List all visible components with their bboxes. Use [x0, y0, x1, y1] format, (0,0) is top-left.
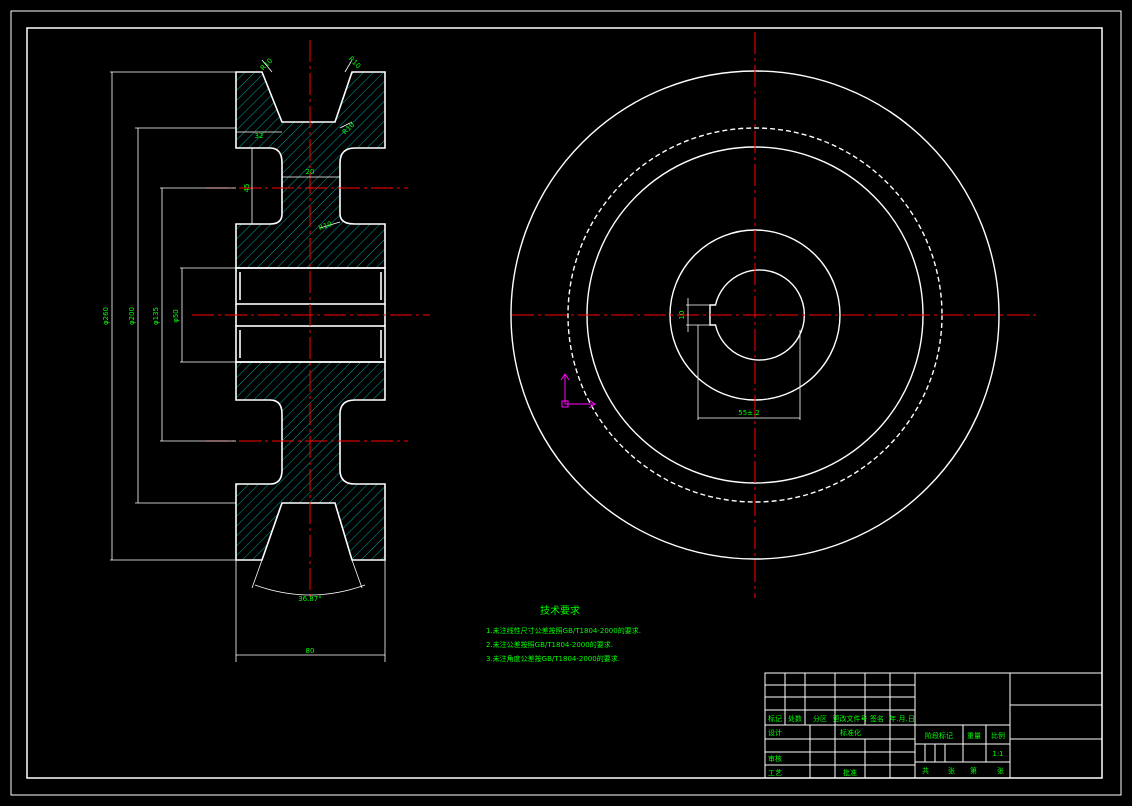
tb-design-label: 设计	[768, 728, 782, 737]
tb-sheet-total: 共	[922, 766, 929, 775]
tb-count-label: 处数	[788, 714, 802, 723]
tb-change-label: 更改文件号	[833, 714, 868, 723]
tb-scale-label: 比例	[991, 731, 1005, 740]
note-line-2: 2.未注公差按照GB/T1804-2000的要求.	[486, 640, 613, 649]
dim-web: 20	[306, 168, 315, 176]
cad-drawing: φ260 φ200 φ135 φ50 36.87° 80 20 32 45 R1…	[10, 10, 1122, 796]
tb-stage-mark-label: 阶段标记	[925, 731, 953, 740]
dim-width: 80	[306, 647, 315, 655]
dim-bore-dia: φ50	[172, 309, 180, 323]
tb-zone-label: 分区	[813, 714, 827, 723]
dim-hub-length: 55±.2	[738, 409, 759, 417]
tb-process-label: 工艺	[768, 769, 782, 777]
tb-review-label: 审核	[768, 754, 782, 763]
tb-standardization-label: 标准化	[840, 728, 861, 737]
dim-r10-b: R10	[347, 55, 362, 70]
technical-requirements: 技术要求 1.未注线性尺寸公差按照GB/T1804-2000的要求. 2.未注公…	[486, 604, 641, 663]
dim-keyway-width: 10	[678, 311, 686, 320]
ucs-icon	[560, 373, 596, 409]
tb-sheet-unit-1: 张	[948, 766, 955, 775]
dim-rim: 32	[255, 132, 264, 140]
dim-r10-a: R10	[259, 57, 274, 72]
tb-sign-label: 签名	[870, 714, 884, 723]
sheet-outer-border	[10, 10, 1122, 796]
note-line-3: 3.未注角度公差按GB/T1804-2000的要求.	[486, 654, 620, 663]
tb-sheet-unit-2: 张	[997, 766, 1004, 775]
tb-weight-label: 重量	[967, 732, 981, 740]
front-view: 10 55±.2	[510, 32, 1040, 598]
dim-depth: 45	[243, 184, 251, 193]
tb-mark-label: 标记	[768, 714, 782, 723]
dim-dia-200: φ200	[128, 307, 136, 325]
title-block: 标记 处数 分区 更改文件号 签名 年.月.日 设计 标准化 审核 工艺 批准 …	[764, 672, 1103, 779]
tb-approve-label: 批准	[843, 768, 857, 777]
tb-sheet-no: 第	[970, 766, 977, 775]
dim-dia-135: φ135	[152, 307, 160, 325]
note-line-1: 1.未注线性尺寸公差按照GB/T1804-2000的要求.	[486, 626, 641, 635]
section-view: φ260 φ200 φ135 φ50 36.87° 80 20 32 45 R1…	[102, 40, 430, 662]
dim-groove-angle: 36.87°	[298, 595, 322, 603]
tb-scale-value: 1:1	[992, 750, 1003, 758]
tb-date-label: 年.月.日	[889, 714, 914, 723]
dim-outer-dia: φ260	[102, 307, 110, 325]
notes-title: 技术要求	[540, 604, 580, 617]
